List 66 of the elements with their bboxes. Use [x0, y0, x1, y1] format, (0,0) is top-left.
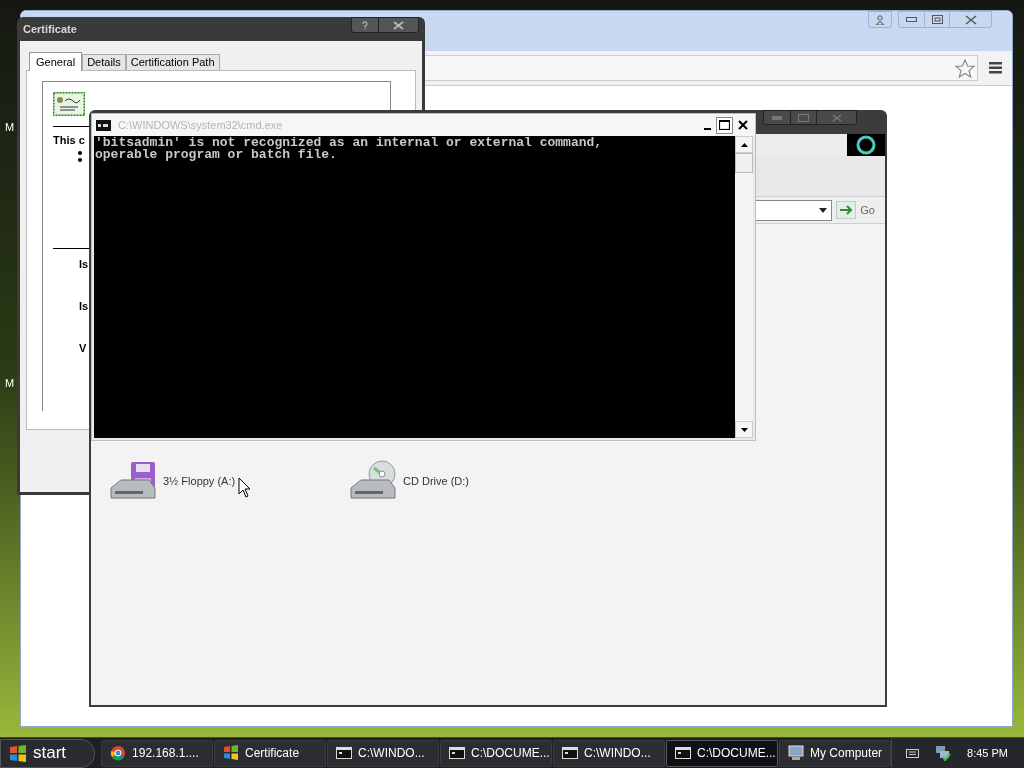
windows-logo-icon — [223, 745, 240, 761]
taskbar-button[interactable]: C:\DOCUME... — [666, 739, 779, 767]
keyboard-icon — [906, 748, 920, 758]
drive-label[interactable]: 3½ Floppy (A:) — [163, 472, 236, 490]
windows-logo-icon — [9, 744, 27, 762]
star-icon[interactable] — [955, 58, 975, 78]
console-text: operable program or batch file. — [95, 149, 337, 161]
window-title: C:\WINDOWS\system32\cmd.exe — [118, 117, 283, 133]
close-icon — [393, 20, 404, 30]
bullet-icon — [78, 157, 82, 162]
mouse-cursor-icon — [238, 477, 251, 498]
taskbar-button[interactable]: 192.168.1.... — [101, 739, 214, 767]
desktop-icon-label[interactable]: M — [5, 375, 15, 392]
start-button[interactable]: start — [0, 738, 96, 768]
logo-icon — [847, 134, 885, 156]
close-icon — [964, 14, 977, 25]
floppy-drive-icon — [109, 460, 157, 502]
scrollbar[interactable] — [735, 136, 753, 438]
go-button[interactable]: Go — [836, 201, 875, 219]
console-icon — [449, 745, 466, 761]
maximize-icon — [719, 120, 730, 130]
scroll-thumb[interactable] — [735, 153, 753, 173]
certificate-heading: This c — [53, 133, 85, 148]
taskbar-button[interactable]: Certificate — [214, 739, 327, 767]
scroll-down-button[interactable] — [735, 421, 753, 438]
menu-icon[interactable] — [989, 62, 1002, 74]
browser-icon — [110, 745, 127, 761]
up-arrow-icon — [740, 142, 748, 147]
help-icon — [362, 20, 368, 30]
tab[interactable]: Certification Path — [125, 54, 220, 70]
console-icon — [96, 119, 111, 131]
down-arrow-icon — [740, 427, 748, 432]
maximize-button[interactable] — [716, 116, 733, 134]
minimize-icon — [703, 127, 711, 130]
window-title: Certificate — [23, 21, 77, 37]
console-icon — [336, 745, 353, 761]
tab[interactable]: General — [29, 52, 83, 71]
computer-icon — [788, 745, 805, 761]
taskbar-button[interactable]: C:\DOCUME... — [440, 739, 553, 767]
minimize-icon — [772, 115, 782, 120]
field-label: Is — [79, 257, 90, 270]
network-icon — [935, 745, 952, 761]
scroll-up-button[interactable] — [735, 136, 753, 153]
maximize-icon — [798, 113, 809, 122]
user-button[interactable] — [868, 11, 892, 28]
bullet-icon — [78, 150, 82, 155]
certificate-icon — [53, 92, 85, 116]
console-text: 'bitsadmin' is not recognized as an internal or external command, — [95, 137, 603, 149]
minimize-icon — [906, 17, 917, 22]
field-label: V — [79, 341, 88, 354]
taskbar-button[interactable]: C:\WINDO... — [553, 739, 666, 767]
maximize-icon — [931, 15, 943, 24]
taskbar-button[interactable]: C:\WINDO... — [327, 739, 440, 767]
dropdown-arrow-icon — [819, 207, 828, 213]
console-icon — [562, 745, 579, 761]
user-icon — [875, 14, 885, 25]
close-icon — [737, 120, 748, 130]
cd-drive-icon — [349, 460, 397, 502]
desktop-icon-label[interactable]: M — [5, 119, 15, 136]
taskbar-button[interactable]: My Computer — [779, 739, 892, 767]
console-icon — [675, 745, 692, 761]
clock: 8:45 PM — [967, 745, 1008, 761]
field-label: Is — [79, 299, 90, 312]
tab[interactable]: Details — [82, 54, 126, 70]
close-icon — [831, 113, 842, 122]
drive-label[interactable]: CD Drive (D:) — [403, 472, 469, 490]
